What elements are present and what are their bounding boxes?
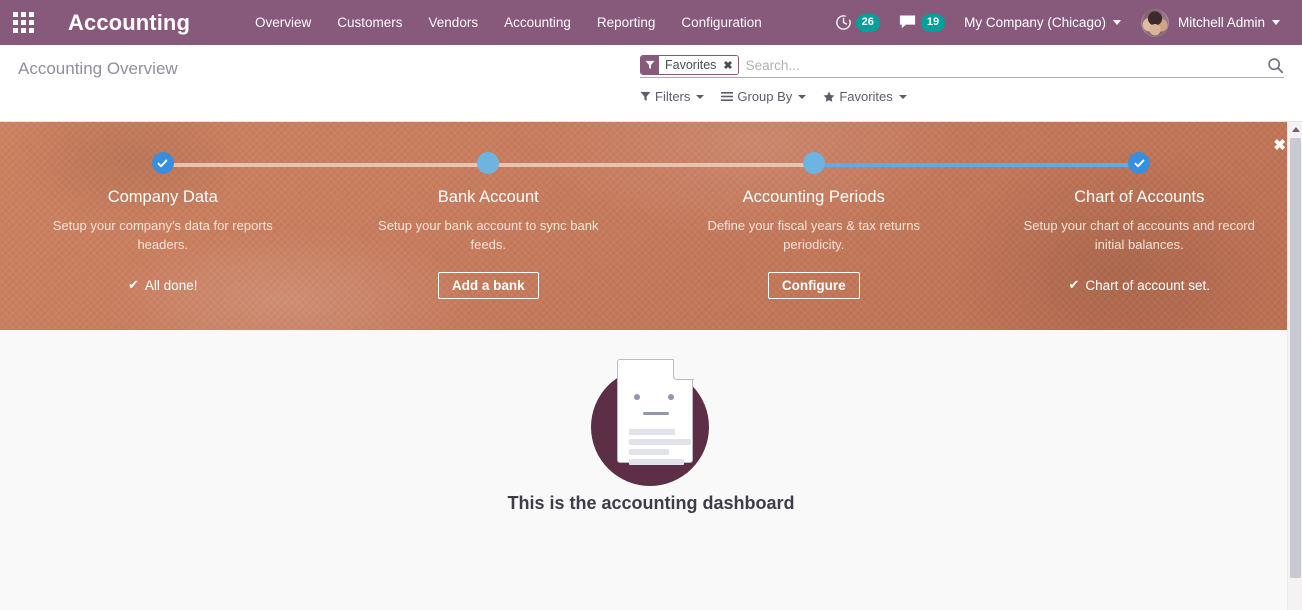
document-face-icon xyxy=(590,348,712,486)
clock-icon xyxy=(835,14,852,31)
star-icon xyxy=(823,91,835,103)
menu-item-configuration[interactable]: Configuration xyxy=(668,0,774,45)
hamburger-lines-icon xyxy=(721,91,734,102)
check-icon: ✔ xyxy=(128,277,139,293)
step-description: Define your fiscal years & tax returns p… xyxy=(707,217,920,252)
menu-item-customers[interactable]: Customers xyxy=(324,0,415,45)
activities-menu-button[interactable]: 26 xyxy=(826,0,889,45)
search-input[interactable] xyxy=(739,55,1261,75)
close-icon[interactable]: ✖ xyxy=(721,56,738,74)
check-icon: ✔ xyxy=(1068,277,1080,293)
scroll-up-arrow-icon[interactable] xyxy=(1288,122,1302,136)
app-brand-title[interactable]: Accounting xyxy=(46,0,194,45)
user-name-label: Mitchell Admin xyxy=(1177,15,1265,30)
chevron-down-icon xyxy=(1272,20,1280,25)
dashboard-content: This is the accounting dashboard xyxy=(0,330,1302,610)
step-title[interactable]: Bank Account xyxy=(340,188,638,208)
configure-button[interactable]: Configure xyxy=(767,271,860,300)
top-navbar: Accounting Overview Customers Vendors Ac… xyxy=(0,0,1302,45)
step-done-status: ✔ All done! xyxy=(128,277,197,293)
search-view: Favorites ✖ xyxy=(640,45,1284,78)
filters-dropdown-label: Filters xyxy=(655,89,691,104)
step-title[interactable]: Chart of Accounts xyxy=(991,188,1289,208)
menu-item-accounting[interactable]: Accounting xyxy=(491,0,584,45)
messages-count-badge: 19 xyxy=(920,13,946,32)
step-status-dot-todo[interactable] xyxy=(477,152,500,174)
step-done-label: Chart of account set. xyxy=(1085,277,1210,293)
menu-item-reporting[interactable]: Reporting xyxy=(584,0,669,45)
control-panel: Accounting Overview Favorites ✖ Search..… xyxy=(0,45,1302,122)
vertical-scrollbar[interactable] xyxy=(1287,122,1302,610)
step-done-label: All done! xyxy=(144,277,198,293)
apps-grid-icon xyxy=(12,12,34,33)
filter-funnel-icon xyxy=(640,91,651,102)
apps-menu-button[interactable] xyxy=(0,0,46,45)
onboarding-step-bank-account: Bank Account Setup your bank account to … xyxy=(325,152,651,330)
chevron-down-icon xyxy=(696,94,705,99)
search-facet-label: Favorites xyxy=(659,56,722,74)
favorites-dropdown-label: Favorites xyxy=(839,89,893,104)
scrollbar-thumb[interactable] xyxy=(1289,138,1301,578)
add-a-bank-button[interactable]: Add a bank xyxy=(437,271,539,300)
step-description: Setup your company's data for reports he… xyxy=(52,217,273,252)
activities-count-badge: 26 xyxy=(855,13,880,32)
main-menu: Overview Customers Vendors Accounting Re… xyxy=(242,0,775,45)
empty-state: This is the accounting dashboard xyxy=(0,330,1302,515)
onboarding-step-accounting-periods: Accounting Periods Define your fiscal ye… xyxy=(651,152,977,330)
step-title[interactable]: Company Data xyxy=(14,188,312,208)
step-status-dot-done[interactable] xyxy=(1128,152,1151,174)
chevron-down-icon xyxy=(1112,20,1121,25)
step-done-status: ✔ Chart of account set. xyxy=(1069,277,1210,293)
messages-menu-button[interactable]: 19 xyxy=(889,0,954,45)
navbar-systray: 26 19 My Company (Chicago) Mitchell Admi… xyxy=(826,0,1302,45)
chat-bubble-icon xyxy=(898,14,917,31)
step-title[interactable]: Accounting Periods xyxy=(665,188,963,208)
step-description: Setup your bank account to sync bank fee… xyxy=(378,217,599,252)
onboarding-step-company-data: Company Data Setup your company's data f… xyxy=(0,152,326,330)
company-name-label: My Company (Chicago) xyxy=(964,15,1106,30)
filters-dropdown-button[interactable]: Filters xyxy=(640,87,713,106)
chevron-down-icon xyxy=(798,94,807,99)
onboarding-banner: ✖ Company Data Setup your company's data… xyxy=(0,122,1302,330)
step-status-dot-done[interactable] xyxy=(151,152,174,174)
empty-state-title: This is the accounting dashboard xyxy=(507,493,795,513)
step-status-dot-todo[interactable] xyxy=(802,152,825,174)
onboarding-step-chart-of-accounts: Chart of Accounts Setup your chart of ac… xyxy=(976,152,1302,330)
onboarding-steps: Company Data Setup your company's data f… xyxy=(0,122,1302,330)
menu-item-overview[interactable]: Overview xyxy=(242,0,324,45)
chevron-down-icon xyxy=(898,94,907,99)
avatar xyxy=(1140,8,1169,37)
search-facet-favorites[interactable]: Favorites ✖ xyxy=(640,55,739,75)
groupby-dropdown-button[interactable]: Group By xyxy=(721,87,815,106)
step-description: Setup your chart of accounts and record … xyxy=(1023,217,1255,252)
search-icon[interactable] xyxy=(1261,57,1284,74)
favorites-dropdown-button[interactable]: Favorites xyxy=(823,87,915,106)
company-switcher-button[interactable]: My Company (Chicago) xyxy=(954,0,1131,45)
filter-funnel-icon xyxy=(641,56,659,74)
breadcrumb[interactable]: Accounting Overview xyxy=(18,45,178,79)
menu-item-vendors[interactable]: Vendors xyxy=(416,0,492,45)
user-menu-button[interactable]: Mitchell Admin xyxy=(1131,0,1290,45)
search-dropdown-buttons: Filters Group By Favorites xyxy=(640,87,1284,106)
groupby-dropdown-label: Group By xyxy=(737,89,793,104)
